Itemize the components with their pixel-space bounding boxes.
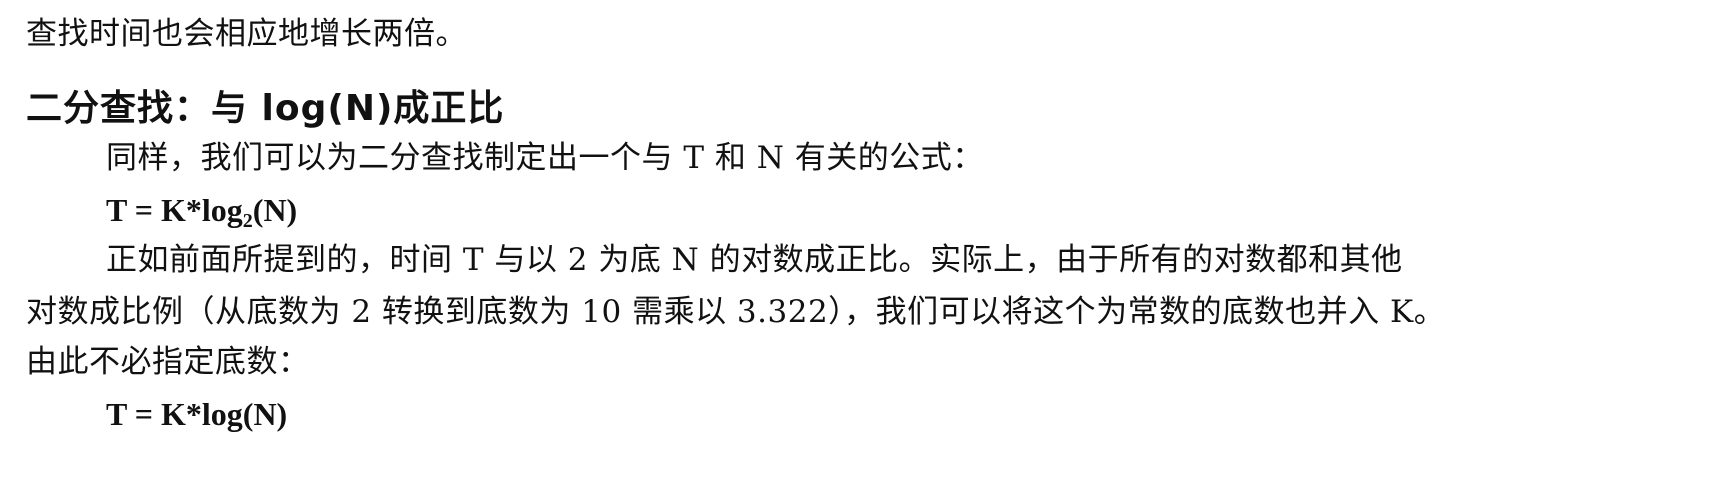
intro-text: 查找时间也会相应地增长两倍。: [26, 16, 467, 52]
paragraph-2-line-1: 正如前面所提到的，时间 T 与以 2 为底 N 的对数成正比。实际上，由于所有的…: [106, 242, 1403, 278]
formula-log2-subscript: 2: [242, 210, 253, 232]
paragraph-2-line-2: 对数成比例（从底数为 2 转换到底数为 10 需乘以 3.322），我们可以将这…: [26, 294, 1446, 330]
paragraph-2-line-3: 由此不必指定底数：: [26, 344, 310, 380]
document-page: 查找时间也会相应地增长两倍。 二分查找：与 log(N)成正比 同样，我们可以为…: [0, 0, 1720, 492]
paragraph-1: 同样，我们可以为二分查找制定出一个与 T 和 N 有关的公式：: [106, 140, 984, 176]
formula-log2: T = K*log2(N): [106, 190, 298, 232]
formula-log: T = K*log(N): [106, 396, 288, 432]
formula-log2-suffix: (N): [252, 192, 298, 228]
section-heading: 二分查找：与 log(N)成正比: [26, 88, 505, 129]
formula-log2-prefix: T = K*log: [106, 192, 243, 228]
